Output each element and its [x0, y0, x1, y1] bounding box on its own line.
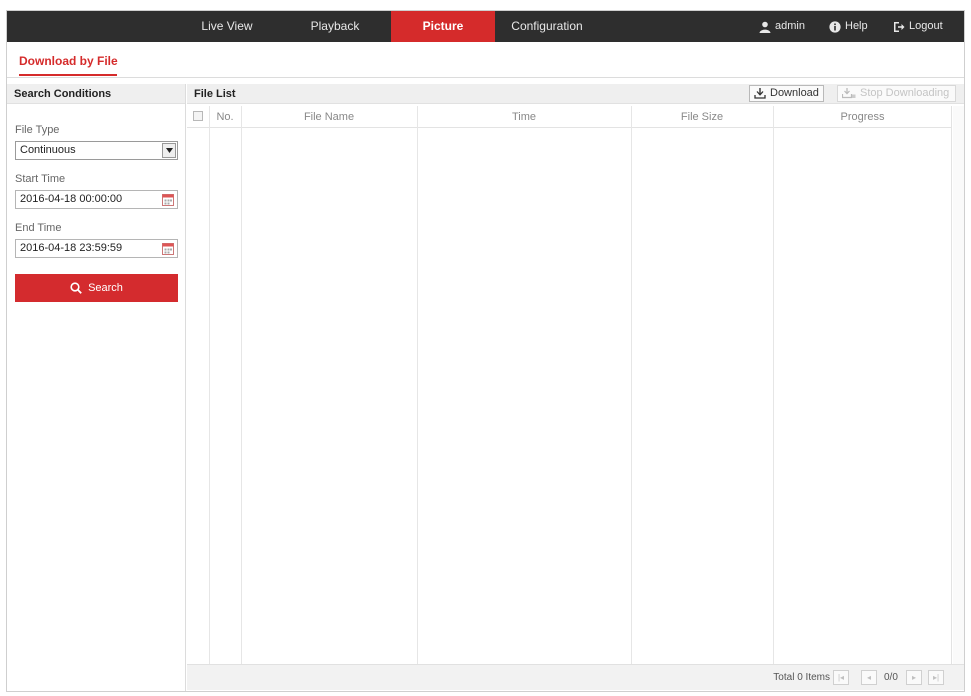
nav-picture[interactable]: Picture: [391, 11, 495, 42]
file-table-header: No. File Name Time File Size Progress: [187, 106, 952, 128]
user-menu[interactable]: admin: [759, 11, 805, 42]
end-time-label: End Time: [15, 222, 62, 234]
stop-downloading-button[interactable]: Stop Downloading: [837, 85, 956, 102]
info-icon: [829, 20, 841, 33]
last-page-button[interactable]: ▸|: [928, 670, 944, 685]
help-label: Help: [845, 20, 868, 32]
column-divider: [773, 106, 774, 664]
search-icon: [70, 282, 82, 294]
column-divider: [417, 106, 418, 664]
column-progress[interactable]: Progress: [773, 106, 952, 128]
calendar-icon[interactable]: [162, 193, 174, 206]
app-window: Live View Playback Picture Configuration…: [6, 10, 965, 692]
top-nav-bar: Live View Playback Picture Configuration…: [7, 11, 964, 42]
column-file-size[interactable]: File Size: [631, 106, 773, 128]
download-button[interactable]: Download: [749, 85, 824, 102]
file-type-label: File Type: [15, 124, 60, 136]
logout-label: Logout: [909, 20, 943, 32]
active-tab-indicator: [19, 74, 117, 76]
download-icon: [754, 88, 766, 99]
download-label: Download: [770, 87, 819, 99]
start-time-label: Start Time: [15, 173, 66, 185]
calendar-icon[interactable]: [162, 242, 174, 255]
select-all-checkbox[interactable]: [193, 111, 203, 121]
logout-icon: [893, 21, 905, 33]
total-items: Total 0 Items: [773, 672, 830, 683]
column-file-name[interactable]: File Name: [241, 106, 417, 128]
search-button-label: Search: [88, 282, 123, 294]
logout-link[interactable]: Logout: [893, 11, 943, 42]
column-divider: [241, 106, 242, 664]
column-no[interactable]: No.: [209, 106, 241, 128]
divider: [7, 77, 964, 78]
search-conditions-panel: Search Conditions File Type Continuous S…: [7, 84, 186, 691]
first-page-button[interactable]: |◂: [833, 670, 849, 685]
page-indicator: 0/0: [884, 672, 898, 683]
search-conditions-title: Search Conditions: [7, 84, 185, 104]
next-page-button[interactable]: ▸: [906, 670, 922, 685]
chevron-down-icon[interactable]: [162, 143, 176, 158]
file-type-value: Continuous: [20, 144, 76, 156]
end-time-input[interactable]: 2016-04-18 23:59:59: [15, 239, 178, 258]
help-link[interactable]: Help: [829, 11, 868, 42]
start-time-input[interactable]: 2016-04-18 00:00:00: [15, 190, 178, 209]
prev-page-button[interactable]: ◂: [861, 670, 877, 685]
file-list-panel: File List Download Stop Downloading No. …: [187, 84, 964, 691]
nav-configuration[interactable]: Configuration: [495, 11, 599, 42]
username-label: admin: [775, 20, 805, 32]
file-list-title: File List: [194, 88, 236, 100]
start-time-value: 2016-04-18 00:00:00: [20, 193, 123, 205]
search-button[interactable]: Search: [15, 274, 178, 302]
user-icon: [759, 21, 771, 33]
nav-playback[interactable]: Playback: [295, 11, 375, 42]
pagination-bar: Total 0 Items |◂ ◂ 0/0 ▸ ▸|: [187, 664, 964, 690]
end-time-value: 2016-04-18 23:59:59: [20, 242, 123, 254]
nav-live-view[interactable]: Live View: [189, 11, 265, 42]
file-type-select[interactable]: Continuous: [15, 141, 178, 160]
tab-download-by-file[interactable]: Download by File: [19, 54, 118, 68]
column-divider: [631, 106, 632, 664]
file-table: No. File Name Time File Size Progress: [187, 106, 952, 664]
stop-download-icon: [842, 88, 856, 99]
table-scrollbar[interactable]: [953, 106, 964, 664]
column-time[interactable]: Time: [417, 106, 631, 128]
file-list-header: File List Download Stop Downloading: [187, 84, 964, 104]
stop-downloading-label: Stop Downloading: [860, 87, 950, 99]
column-divider: [209, 106, 210, 664]
